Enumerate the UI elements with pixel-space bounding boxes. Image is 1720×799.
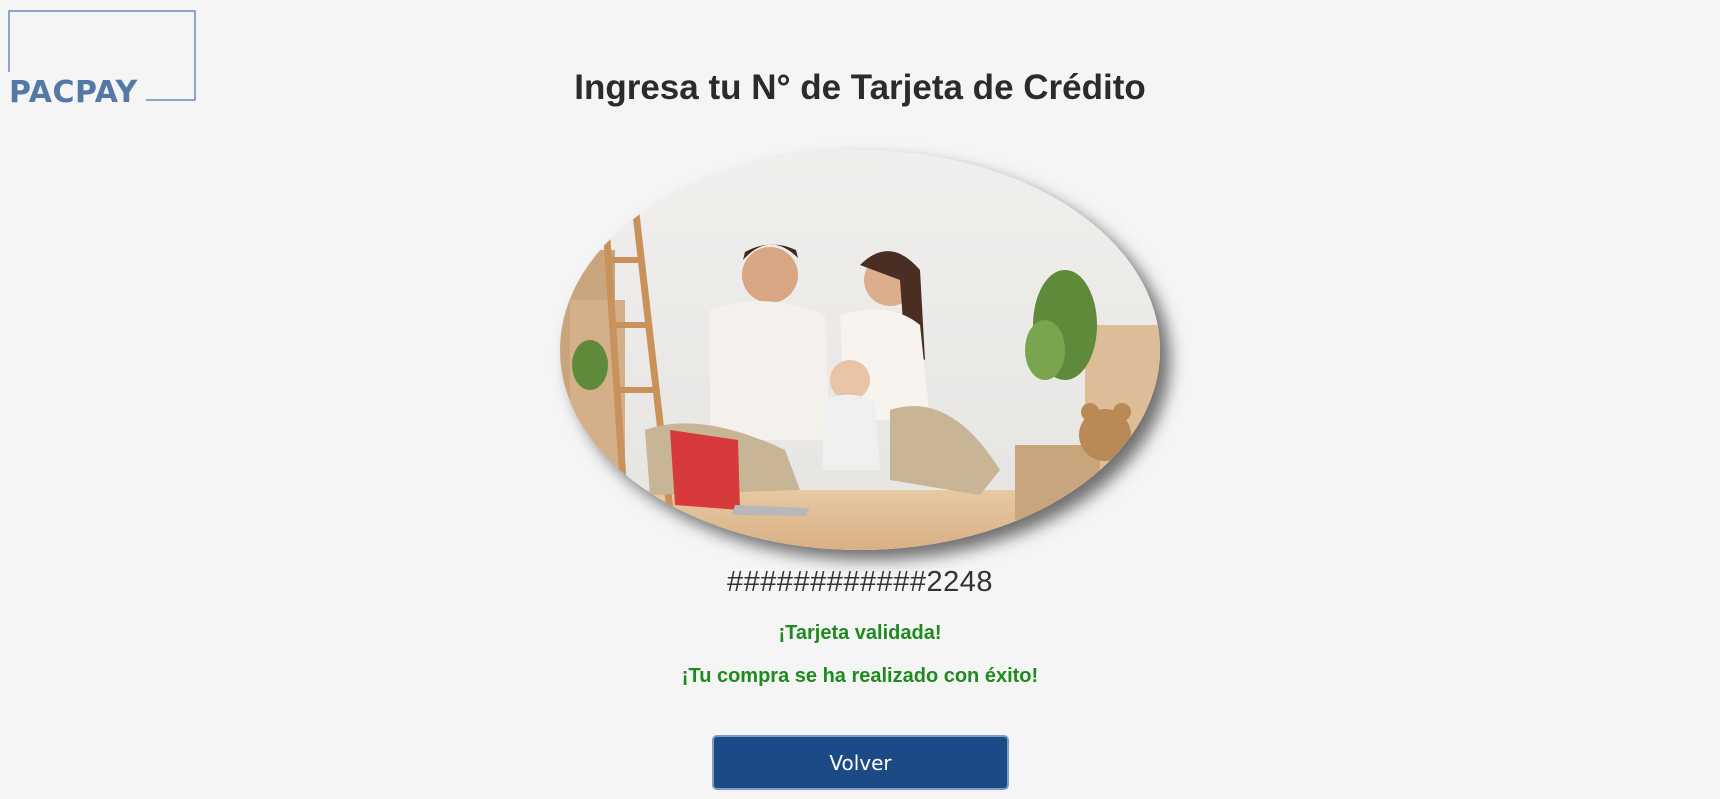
- card-validated-message: ¡Tarjeta validada!: [778, 622, 942, 644]
- purchase-success-message: ¡Tu compra se ha realizado con éxito!: [681, 665, 1039, 687]
- page: PACPAY Ingresa tu N° de Tarjeta de Crédi…: [0, 0, 1720, 799]
- back-button[interactable]: Volver: [712, 735, 1009, 790]
- masked-card-number: ############2248: [726, 566, 994, 598]
- family-photo: [560, 150, 1160, 550]
- page-title: Ingresa tu N° de Tarjeta de Crédito: [574, 68, 1146, 107]
